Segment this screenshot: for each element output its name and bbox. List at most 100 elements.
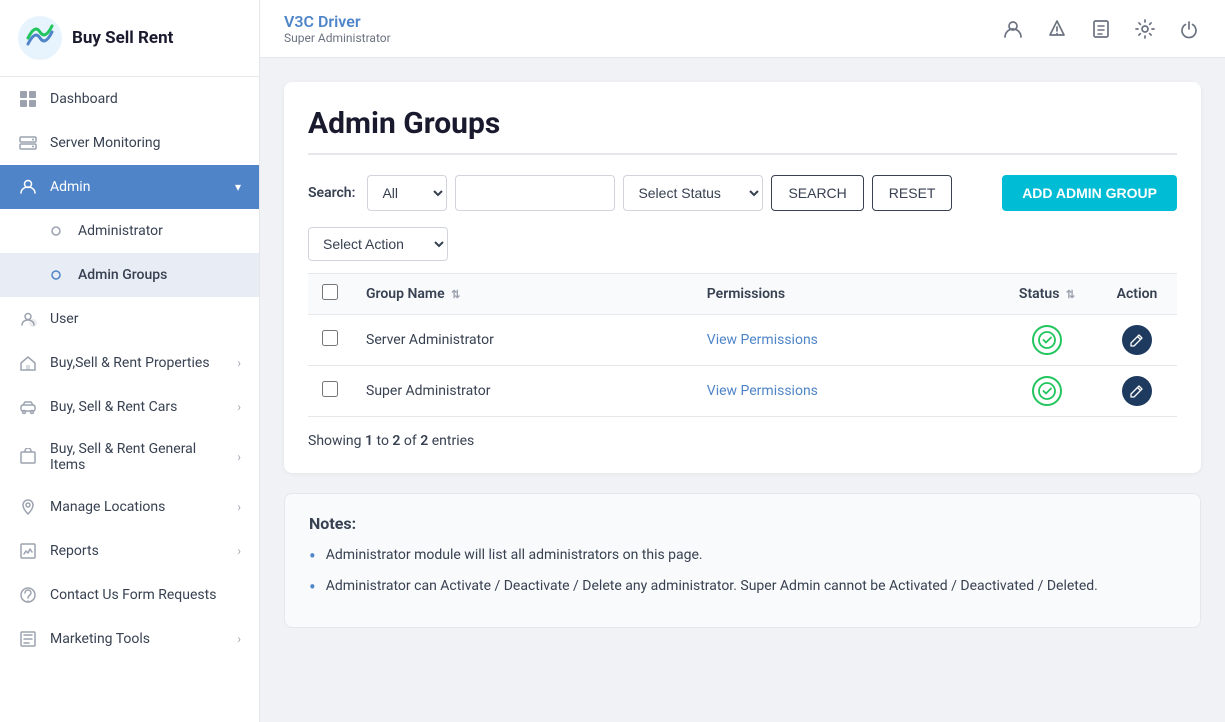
sidebar-item-label: Buy,Sell & Rent Properties xyxy=(50,355,225,371)
notes-list: • Administrator module will list all adm… xyxy=(309,545,1176,597)
permissions-cell: View Permissions xyxy=(693,315,997,366)
row-checkbox-cell xyxy=(308,366,352,417)
sidebar-item-general[interactable]: Buy, Sell & Rent General Items › xyxy=(0,429,259,485)
of-text: of xyxy=(404,433,417,449)
chevron-right-icon: › xyxy=(237,356,241,370)
note-text: Administrator module will list all admin… xyxy=(326,545,703,566)
group-name-value: Server Administrator xyxy=(366,332,494,348)
chevron-right-icon: › xyxy=(237,450,241,464)
sidebar-item-label: Admin xyxy=(50,179,223,195)
filter-dropdown[interactable]: All All xyxy=(367,175,447,211)
admin-icon xyxy=(18,177,38,197)
chevron-right-icon: › xyxy=(237,500,241,514)
sidebar-item-administrator[interactable]: Administrator xyxy=(0,209,259,253)
notes-title: Notes: xyxy=(309,514,1176,533)
permissions-header: Permissions xyxy=(693,274,997,315)
status-header[interactable]: Status ⇅ xyxy=(997,274,1097,315)
brand-logo-icon xyxy=(18,16,62,60)
user-profile-icon[interactable] xyxy=(1001,17,1025,41)
bulk-action-area: Select Action xyxy=(308,227,1177,261)
entries-text: entries xyxy=(432,433,475,449)
settings-icon[interactable] xyxy=(1133,17,1157,41)
note-text: Administrator can Activate / Deactivate … xyxy=(326,576,1098,597)
sidebar-item-server-monitoring[interactable]: Server Monitoring xyxy=(0,121,259,165)
notes-card: Notes: • Administrator module will list … xyxy=(284,493,1201,628)
server-icon xyxy=(18,133,38,153)
page-title: Admin Groups xyxy=(308,106,1177,141)
properties-icon xyxy=(18,353,38,373)
search-input[interactable] xyxy=(455,175,615,211)
sidebar-item-marketing[interactable]: Marketing Tools › xyxy=(0,617,259,661)
topbar-subtitle: Super Administrator xyxy=(284,31,391,45)
select-all-checkbox[interactable] xyxy=(322,284,338,300)
showing-text: Showing xyxy=(308,433,362,449)
sidebar-item-locations[interactable]: Manage Locations › xyxy=(0,485,259,529)
notes-icon[interactable] xyxy=(1089,17,1113,41)
edit-button[interactable] xyxy=(1122,376,1152,406)
admin-groups-table: Group Name ⇅ Permissions Status ⇅ xyxy=(308,273,1177,417)
sidebar-item-label: Administrator xyxy=(78,223,241,239)
sidebar-item-properties[interactable]: Buy,Sell & Rent Properties › xyxy=(0,341,259,385)
status-active-icon xyxy=(1032,376,1062,406)
admin-groups-table-wrap: Group Name ⇅ Permissions Status ⇅ xyxy=(308,273,1177,417)
status-label: Status xyxy=(1019,286,1059,302)
list-item: • Administrator can Activate / Deactivat… xyxy=(309,576,1176,597)
sidebar-item-label: Server Monitoring xyxy=(50,135,241,151)
brand-logo[interactable]: Buy Sell Rent xyxy=(0,0,259,77)
status-cell xyxy=(997,315,1097,366)
search-label: Search: xyxy=(308,185,355,201)
sidebar-item-label: Manage Locations xyxy=(50,499,225,515)
cars-icon xyxy=(18,397,38,417)
list-item: • Administrator module will list all adm… xyxy=(309,545,1176,566)
edit-button[interactable] xyxy=(1122,325,1152,355)
group-name-label: Group Name xyxy=(366,286,445,302)
permissions-label: Permissions xyxy=(707,286,785,302)
sort-icon: ⇅ xyxy=(1066,288,1075,301)
search-button[interactable]: SEARCH xyxy=(771,175,863,211)
search-bar: Search: All All Select Status Active Ina… xyxy=(308,175,1177,211)
bulk-action-dropdown[interactable]: Select Action xyxy=(308,227,448,261)
status-dropdown[interactable]: Select Status Active Inactive xyxy=(623,175,763,211)
admin-groups-card: Admin Groups Search: All All Select Stat… xyxy=(284,82,1201,473)
from-value: 1 xyxy=(365,433,373,449)
checkbox-header xyxy=(308,274,352,315)
table-row: Super Administrator View Permissions xyxy=(308,366,1177,417)
sidebar-item-contact[interactable]: Contact Us Form Requests xyxy=(0,573,259,617)
chevron-right-icon: › xyxy=(237,400,241,414)
dashboard-icon xyxy=(18,89,38,109)
group-name-header[interactable]: Group Name ⇅ xyxy=(352,274,693,315)
action-cell xyxy=(1097,366,1177,417)
sidebar-item-admin-groups[interactable]: Admin Groups xyxy=(0,253,259,297)
sidebar-item-admin[interactable]: Admin ▾ xyxy=(0,165,259,209)
row-checkbox[interactable] xyxy=(322,381,338,397)
alert-icon[interactable] xyxy=(1045,17,1069,41)
group-name-value: Super Administrator xyxy=(366,383,490,399)
sidebar-item-label: Buy, Sell & Rent Cars xyxy=(50,399,225,415)
action-cell xyxy=(1097,315,1177,366)
sidebar-item-dashboard[interactable]: Dashboard xyxy=(0,77,259,121)
group-name-cell: Server Administrator xyxy=(352,315,693,366)
page-divider xyxy=(308,153,1177,155)
view-permissions-link[interactable]: View Permissions xyxy=(707,332,818,348)
chevron-down-icon: ▾ xyxy=(235,180,241,194)
general-icon xyxy=(18,447,38,467)
sidebar-item-label: Marketing Tools xyxy=(50,631,225,647)
contact-icon xyxy=(18,585,38,605)
sidebar-item-reports[interactable]: Reports › xyxy=(0,529,259,573)
sidebar-item-cars[interactable]: Buy, Sell & Rent Cars › xyxy=(0,385,259,429)
table-row: Server Administrator View Permissions xyxy=(308,315,1177,366)
row-checkbox[interactable] xyxy=(322,330,338,346)
to-text: to xyxy=(377,433,389,449)
action-label: Action xyxy=(1117,286,1158,302)
row-checkbox-cell xyxy=(308,315,352,366)
reset-button[interactable]: RESET xyxy=(872,175,953,211)
location-icon xyxy=(18,497,38,517)
sidebar-item-label: Reports xyxy=(50,543,225,559)
view-permissions-link[interactable]: View Permissions xyxy=(707,383,818,399)
sidebar-item-user[interactable]: User xyxy=(0,297,259,341)
topbar-actions xyxy=(1001,17,1201,41)
action-header: Action xyxy=(1097,274,1177,315)
status-cell xyxy=(997,366,1097,417)
add-admin-group-button[interactable]: ADD ADMIN GROUP xyxy=(1002,175,1177,211)
power-icon[interactable] xyxy=(1177,17,1201,41)
